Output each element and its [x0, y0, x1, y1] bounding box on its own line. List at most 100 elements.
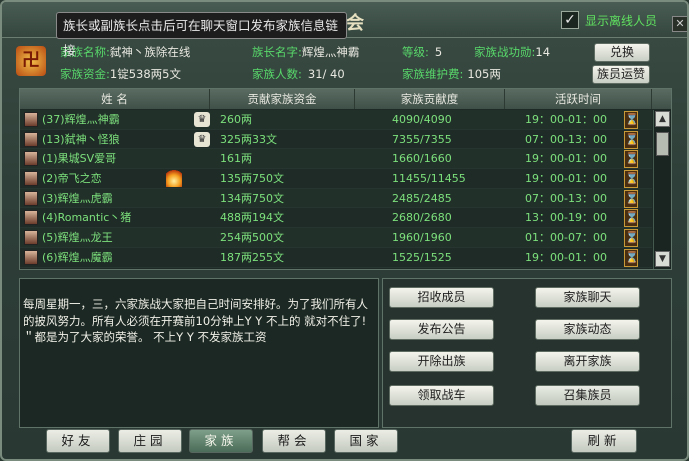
scroll-up-icon[interactable]: ▲ [655, 111, 670, 127]
member-avatar-icon [24, 131, 38, 147]
member-contribution: 2680/2680 [392, 211, 452, 225]
member-avatar-icon [24, 249, 38, 265]
post-announcement-button[interactable]: 发布公告 [389, 319, 494, 340]
claim-chariot-button[interactable]: 领取战车 [389, 385, 494, 406]
summon-members-button[interactable]: 召集族员 [535, 385, 640, 406]
member-name: (3)辉煌灬虎霸 [42, 191, 113, 205]
scroll-down-icon[interactable]: ▼ [655, 251, 670, 267]
family-panel: 家族会 族长或副族长点击后可在聊天窗口发布家族信息链接 ✓ 显示离线人员 ✕ 卍… [0, 0, 689, 461]
member-active-time: 19：00-01：00 [525, 113, 607, 126]
table-row[interactable]: (13)弑神丶怪狼 ♛ 325两33文 7355/7355 07：00-13：00 ⌛ [20, 129, 652, 150]
family-name-value: 弑神丶族除在线 [109, 45, 191, 59]
level-field: 等级: 5 [402, 44, 442, 60]
table-row[interactable]: (5)辉煌灬龙王 254两500文 1960/1960 01：00-07：00 ⌛ [20, 228, 652, 248]
upkeep-field: 家族维护费: 105两 [402, 66, 501, 82]
member-funds: 187两255文 [220, 250, 284, 264]
merit-value: 14 [535, 45, 551, 59]
column-header-funds[interactable]: 贡献家族资金 [210, 89, 355, 109]
merit-field: 家族战功勋:14 [474, 44, 550, 60]
member-name: (4)Romantic丶猪 [42, 211, 132, 225]
family-notice-text: 每周星期一，三，六家族战大家把自己时间安排好。为了我们所有人的披风努力。所有人必… [23, 297, 368, 344]
hourglass-icon[interactable]: ⌛ [624, 189, 639, 208]
leader-label: 族长名字: [252, 45, 302, 59]
member-contribution: 1960/1960 [392, 231, 452, 245]
family-name-field: 家族名称:弑神丶族除在线 [60, 44, 190, 60]
table-row[interactable]: (2)帝飞之恋 135两750文 11455/11455 19：00-01：00 ⌛ [20, 169, 652, 189]
member-name: (13)弑神丶怪狼 [42, 132, 120, 146]
member-active-time: 13：00-19：00 [525, 211, 607, 225]
family-news-button[interactable]: 家族动态 [535, 319, 640, 340]
leave-family-button[interactable]: 离开家族 [535, 351, 640, 372]
hourglass-icon[interactable]: ⌛ [624, 150, 639, 169]
table-row[interactable]: (3)辉煌灬虎霸 134两750文 2485/2485 07：00-13：00 ⌛ [20, 188, 652, 209]
bottom-tab-bar: 好友 庄园 家族 帮会 国家 刷新 [2, 424, 687, 459]
leader-field: 族长名字:辉煌灬神霸 [252, 44, 359, 60]
close-icon[interactable]: ✕ [672, 16, 687, 32]
hourglass-icon[interactable]: ⌛ [624, 248, 639, 267]
member-contribution: 11455/11455 [392, 172, 466, 186]
column-header-active-time[interactable]: 活跃时间 [505, 89, 652, 109]
member-active-time: 19：00-01：00 [525, 152, 607, 166]
refresh-button[interactable]: 刷新 [571, 429, 637, 453]
tab-nation[interactable]: 国家 [334, 429, 398, 453]
member-table-scrollbar[interactable]: ▲ ▼ [653, 110, 671, 269]
table-header: 姓 名 贡献家族资金 家族贡献度 活跃时间 [20, 89, 671, 109]
family-funds-value: 1锭538两5文 [109, 67, 181, 81]
member-avatar-icon [24, 210, 38, 226]
hourglass-icon[interactable]: ⌛ [624, 170, 639, 189]
show-offline-toggle[interactable]: ✓ 显示离线人员 [561, 11, 657, 29]
member-active-time: 01：00-07：00 [525, 231, 607, 245]
member-avatar-icon [24, 171, 38, 187]
member-funds: 161两 [220, 152, 252, 166]
member-funds: 488两194文 [220, 211, 284, 225]
member-contribution: 7355/7355 [392, 132, 452, 146]
member-active-time: 07：00-13：00 [525, 191, 607, 205]
column-header-contribution[interactable]: 家族贡献度 [355, 89, 505, 109]
column-header-name[interactable]: 姓 名 [20, 89, 210, 109]
recruit-member-button[interactable]: 招收成员 [389, 287, 494, 308]
level-label: 等级: [402, 45, 429, 59]
member-contribution: 1525/1525 [392, 250, 452, 264]
exchange-button[interactable]: 兑换 [594, 43, 650, 62]
hourglass-icon[interactable]: ⌛ [624, 130, 639, 149]
member-transport-button[interactable]: 族员运赞 [592, 65, 650, 84]
hourglass-icon[interactable]: ⌛ [624, 209, 639, 228]
table-row[interactable]: (37)辉煌灬神霸 ♛ 260两 4090/4090 19：00-01：00 ⌛ [20, 110, 652, 130]
family-chat-button[interactable]: 家族聊天 [535, 287, 640, 308]
hourglass-icon[interactable]: ⌛ [624, 111, 639, 129]
member-funds: 325两33文 [220, 132, 277, 146]
table-row[interactable]: (4)Romantic丶猪 488两194文 2680/2680 13：00-19：0… [20, 208, 652, 229]
member-active-time: 07：00-13：00 [525, 132, 607, 146]
tab-friends[interactable]: 好友 [46, 429, 110, 453]
merit-label: 家族战功勋: [474, 45, 536, 59]
leader-value: 辉煌灬神霸 [301, 45, 360, 59]
show-offline-checkbox[interactable]: ✓ [561, 11, 579, 29]
show-offline-label: 显示离线人员 [585, 13, 658, 28]
upkeep-label: 家族维护费: [402, 67, 464, 81]
upkeep-value: 105两 [467, 67, 501, 81]
level-value: 5 [434, 45, 443, 59]
member-active-time: 19：00-01：00 [525, 172, 607, 186]
family-funds-label: 家族资金: [60, 67, 110, 81]
member-avatar-icon [24, 230, 38, 246]
member-count-field: 家族人数: 31/ 40 [252, 66, 345, 82]
flame-icon [166, 170, 182, 188]
family-funds-field: 家族资金:1锭538两5文 [60, 66, 181, 82]
member-table: 姓 名 贡献家族资金 家族贡献度 活跃时间 (37)辉煌灬神霸 ♛ 260两 4090… [19, 88, 672, 270]
tab-manor[interactable]: 庄园 [118, 429, 182, 453]
family-actions-panel: 招收成员 家族聊天 发布公告 家族动态 开除出族 离开家族 领取战车 召集族员 [382, 278, 672, 428]
member-avatar-icon [24, 112, 38, 127]
member-name: (2)帝飞之恋 [42, 172, 102, 186]
tab-guild[interactable]: 帮会 [262, 429, 326, 453]
family-notice-box[interactable]: 每周星期一，三，六家族战大家把自己时间安排好。为了我们所有人的披风努力。所有人必… [19, 278, 379, 428]
table-row[interactable]: (1)果城SV爱哥 161两 1660/1660 19：00-01：00 ⌛ [20, 149, 652, 170]
expel-member-button[interactable]: 开除出族 [389, 351, 494, 372]
crown-icon: ♛ [194, 131, 210, 147]
member-rows: (37)辉煌灬神霸 ♛ 260两 4090/4090 19：00-01：00 ⌛ (13)弑… [20, 110, 652, 268]
table-row[interactable]: (6)辉煌灬魔霸 187两255文 1525/1525 19：00-01：00 ⌛ [20, 247, 652, 268]
crown-icon: ♛ [194, 112, 210, 127]
tab-family[interactable]: 家族 [189, 429, 253, 453]
hourglass-icon[interactable]: ⌛ [624, 229, 639, 248]
scroll-thumb[interactable] [656, 132, 669, 156]
member-contribution: 1660/1660 [392, 152, 452, 166]
